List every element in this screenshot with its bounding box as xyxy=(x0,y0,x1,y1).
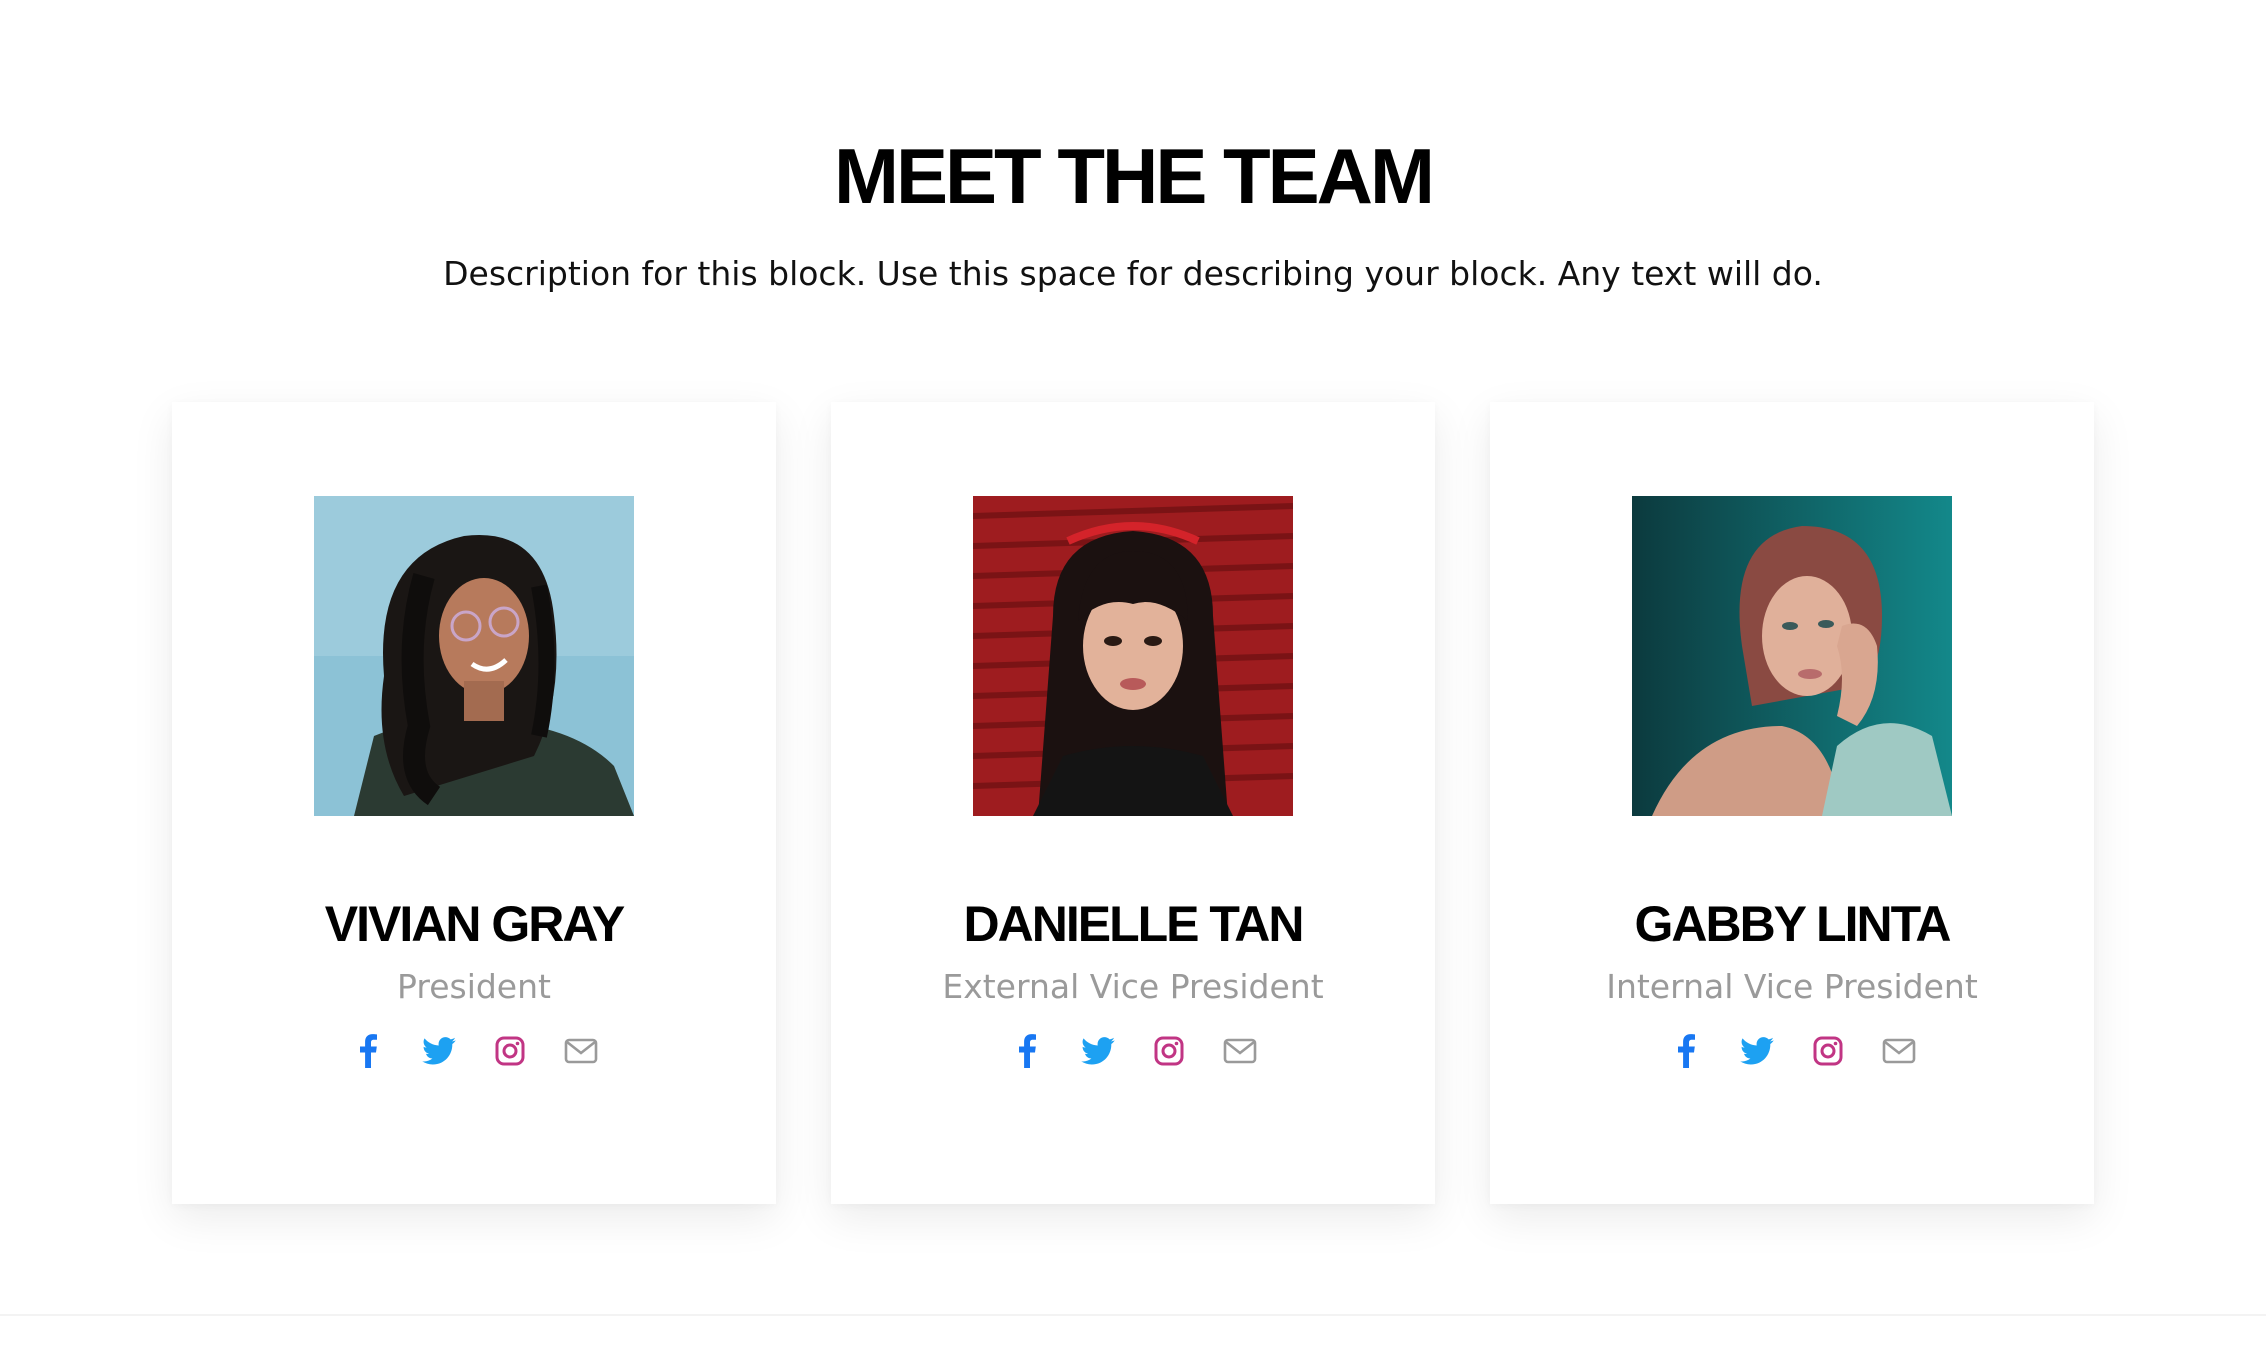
email-icon[interactable] xyxy=(1222,1029,1257,1073)
member-name: DANIELLE TAN xyxy=(963,896,1305,952)
team-card-danielle-tan: DANIELLE TAN External Vice President xyxy=(831,402,1435,1204)
social-links xyxy=(831,1029,1435,1073)
member-photo xyxy=(973,496,1293,816)
member-name: VIVIAN GRAY xyxy=(324,896,625,952)
social-links xyxy=(1490,1029,2094,1073)
instagram-icon[interactable] xyxy=(1810,1029,1845,1073)
section-description: Description for this block. Use this spa… xyxy=(443,254,1823,293)
twitter-icon[interactable] xyxy=(421,1029,456,1073)
team-cards: VIVIAN GRAY President DANIELLE TAN Exter… xyxy=(172,402,2094,1204)
email-icon[interactable] xyxy=(1881,1029,1916,1073)
team-card-vivian-gray: VIVIAN GRAY President xyxy=(172,402,776,1204)
member-photo xyxy=(1632,496,1952,816)
member-photo xyxy=(314,496,634,816)
twitter-icon[interactable] xyxy=(1739,1029,1774,1073)
facebook-icon[interactable] xyxy=(1668,1029,1703,1073)
facebook-icon[interactable] xyxy=(350,1029,385,1073)
member-name: GABBY LINTA xyxy=(1634,896,1951,952)
section-title: MEET THE TEAM xyxy=(834,132,1435,220)
instagram-icon[interactable] xyxy=(492,1029,527,1073)
social-links xyxy=(172,1029,776,1073)
twitter-icon[interactable] xyxy=(1080,1029,1115,1073)
email-icon[interactable] xyxy=(563,1029,598,1073)
member-role: Internal Vice President xyxy=(1606,967,1978,1006)
member-role: External Vice President xyxy=(942,967,1324,1006)
team-card-gabby-linta: GABBY LINTA Internal Vice President xyxy=(1490,402,2094,1204)
member-role: President xyxy=(397,967,551,1006)
instagram-icon[interactable] xyxy=(1151,1029,1186,1073)
facebook-icon[interactable] xyxy=(1009,1029,1044,1073)
team-section: MEET THE TEAM Description for this block… xyxy=(0,0,2266,1315)
section-divider xyxy=(0,1314,2266,1316)
